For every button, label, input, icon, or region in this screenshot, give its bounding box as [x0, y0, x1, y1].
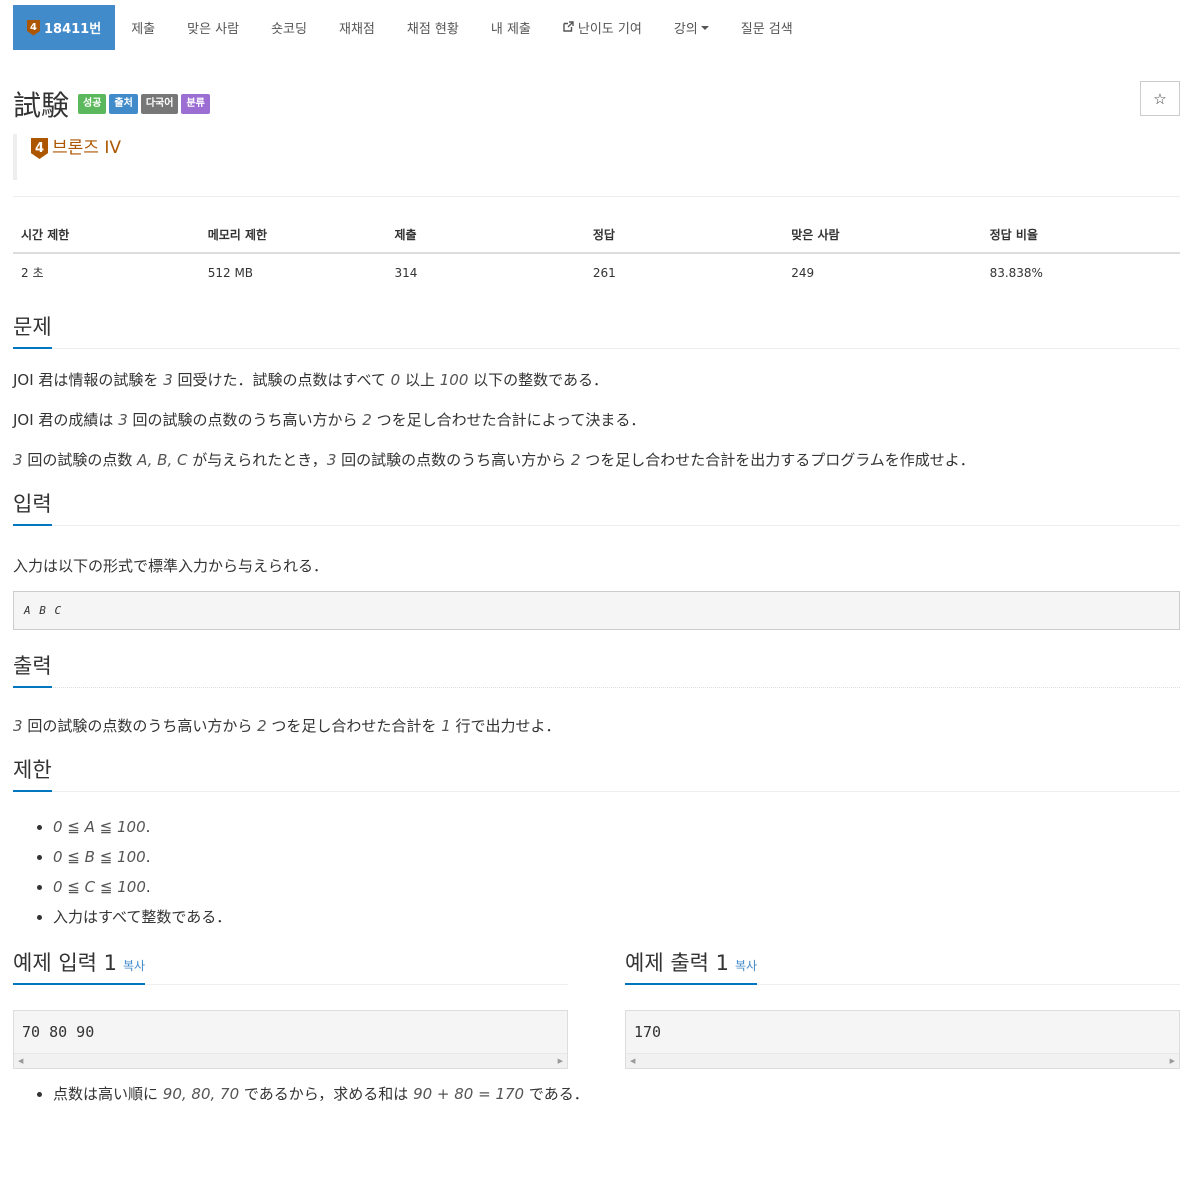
solved-user-count: 249: [791, 265, 815, 280]
star-icon: ☆: [1153, 89, 1167, 108]
tab-solved-users[interactable]: 맞은 사람: [171, 5, 255, 50]
output-heading: 출력: [13, 653, 52, 688]
tab-question-search[interactable]: 질문 검색: [725, 5, 809, 50]
label-category[interactable]: 분류: [181, 94, 210, 114]
list-item: 0 ≦ B ≦ 100.: [53, 842, 1180, 872]
table-header: 맞은 사람: [783, 216, 982, 254]
sample-input-header: 예제 입력 1 복사: [13, 950, 568, 985]
copy-output-link[interactable]: 복사: [735, 959, 757, 973]
problem-title: 試験: [13, 89, 70, 122]
divider: [13, 196, 1180, 197]
sample-output-panel: 예제 출력 1 복사 170 ◀ ▶: [625, 950, 1180, 1069]
limits-section-header: 제한: [13, 757, 1180, 792]
tier-name: 브론즈 IV: [52, 138, 121, 158]
tab-lectures-label: 강의: [673, 22, 698, 37]
list-item: 0 ≦ C ≦ 100.: [53, 872, 1180, 902]
bronze-tier-icon: 4: [31, 138, 48, 159]
scroll-left-icon[interactable]: ◀: [630, 1057, 635, 1065]
problem-paragraph: JOI 君は情報の試験を 3 回受けた．試験の点数はすべて 0 以上 100 以…: [13, 371, 608, 389]
scroll-right-icon[interactable]: ▶: [1170, 1057, 1175, 1065]
scroll-right-icon[interactable]: ▶: [558, 1057, 563, 1065]
problem-paragraph: 3 回の試験の点数 A, B, C が与えられたとき，3 回の試験の点数のうち高…: [13, 451, 975, 469]
input-heading: 입력: [13, 491, 52, 526]
tab-lectures[interactable]: 강의: [658, 5, 725, 50]
caret-down-icon: [700, 25, 709, 30]
horizontal-scrollbar[interactable]: ◀ ▶: [626, 1053, 1179, 1068]
memory-limit: 512 MB: [207, 265, 254, 280]
favorite-star-button[interactable]: ☆: [1140, 81, 1180, 116]
table-header: 시간 제한: [13, 216, 200, 254]
tab-status[interactable]: 채점 현황: [391, 5, 475, 50]
tab-my-submissions[interactable]: 내 제출: [475, 5, 547, 50]
sample-notes: 点数は高い順に 90, 80, 70 であるから，求める和は 90 + 80 =…: [13, 1081, 1180, 1107]
problem-description: JOI 君は情報の試験を 3 回受けた．試験の点数はすべて 0 以上 100 以…: [13, 370, 1180, 470]
problem-nav: 4 18411번 제출 맞은 사람 숏코딩 재채점 채점 현황 내 제출 난이도…: [13, 5, 1180, 50]
table-header: 제출: [386, 216, 585, 254]
list-item: 点数は高い順に 90, 80, 70 であるから，求める和は 90 + 80 =…: [53, 1081, 1180, 1107]
tab-difficulty-contribution[interactable]: 난이도 기여: [547, 5, 658, 50]
sample-input-value: 70 80 90: [22, 1023, 95, 1041]
tab-submit[interactable]: 제출: [115, 5, 171, 50]
label-source[interactable]: 출처: [109, 94, 138, 114]
tab-problem[interactable]: 4 18411번: [13, 5, 116, 50]
problem-title-row: 試験 성공 출처 다국어 분류 ☆: [13, 81, 1180, 124]
problem-heading: 문제: [13, 314, 52, 349]
sample-input-box: 70 80 90 ◀ ▶: [13, 1010, 568, 1069]
sample-output-value: 170: [634, 1023, 662, 1041]
input-format-box: A B C: [13, 591, 1180, 630]
problem-info-table: 시간 제한 메모리 제한 제출 정답 맞은 사람 정답 비율 2 초 512 M…: [13, 216, 1180, 291]
problem-paragraph: JOI 君の成績は 3 回の試験の点数のうち高い方から 2 つを足し合わせた合計…: [13, 411, 646, 429]
submission-count: 314: [394, 265, 418, 280]
label-success[interactable]: 성공: [78, 94, 107, 114]
tab-problem-label: 18411번: [44, 22, 102, 37]
label-multilingual[interactable]: 다국어: [140, 94, 179, 114]
table-row: 2 초 512 MB 314 261 249 83.838%: [13, 253, 1180, 291]
list-item: 入力はすべて整数である．: [53, 902, 1180, 932]
sample-output-heading: 예제 출력 1 복사: [625, 950, 758, 985]
table-header-row: 시간 제한 메모리 제한 제출 정답 맞은 사람 정답 비율: [13, 216, 1180, 254]
bronze-tier-icon: 4: [27, 19, 40, 36]
accepted-count: 261: [592, 265, 616, 280]
limits-list: 0 ≦ A ≦ 100. 0 ≦ B ≦ 100. 0 ≦ C ≦ 100. 入…: [13, 812, 1180, 932]
input-section-header: 입력: [13, 491, 1180, 526]
scroll-left-icon[interactable]: ◀: [18, 1057, 23, 1065]
horizontal-scrollbar[interactable]: ◀ ▶: [14, 1053, 567, 1068]
sample-input-heading: 예제 입력 1 복사: [13, 950, 146, 985]
table-header: 정답: [584, 216, 784, 254]
tab-short-coding[interactable]: 숏코딩: [255, 5, 323, 50]
tab-rejudge[interactable]: 재채점: [323, 5, 391, 50]
external-link-icon: [563, 20, 574, 35]
sample-output-box: 170 ◀ ▶: [625, 1010, 1180, 1069]
examples-row: 예제 입력 1 복사 70 80 90 ◀ ▶ 예제 출력 1 복사 170 ◀ ▶: [13, 950, 1180, 1069]
sample-output-header: 예제 출력 1 복사: [625, 950, 1180, 985]
accept-ratio: 83.838%: [989, 265, 1043, 280]
sample-input-panel: 예제 입력 1 복사 70 80 90 ◀ ▶: [13, 950, 568, 1069]
tier-blockquote: 4 브론즈 IV: [13, 134, 1180, 180]
list-item: 0 ≦ A ≦ 100.: [53, 812, 1180, 842]
input-format: A B C: [24, 604, 63, 617]
copy-input-link[interactable]: 복사: [123, 959, 145, 973]
table-header: 메모리 제한: [199, 216, 387, 254]
tab-difficulty-label: 난이도 기여: [577, 22, 642, 37]
output-description: 3 回の試験の点数のうち高い方から 2 つを足し合わせた合計を 1 行で出力せよ…: [13, 717, 561, 735]
time-limit: 2 초: [21, 266, 44, 280]
problem-section-header: 문제: [13, 314, 1180, 349]
input-description: 入力は以下の形式で標準入力から与えられる．: [13, 557, 329, 575]
limits-heading: 제한: [13, 757, 52, 792]
table-header: 정답 비율: [981, 216, 1180, 254]
output-section-header: 출력: [13, 653, 1180, 688]
